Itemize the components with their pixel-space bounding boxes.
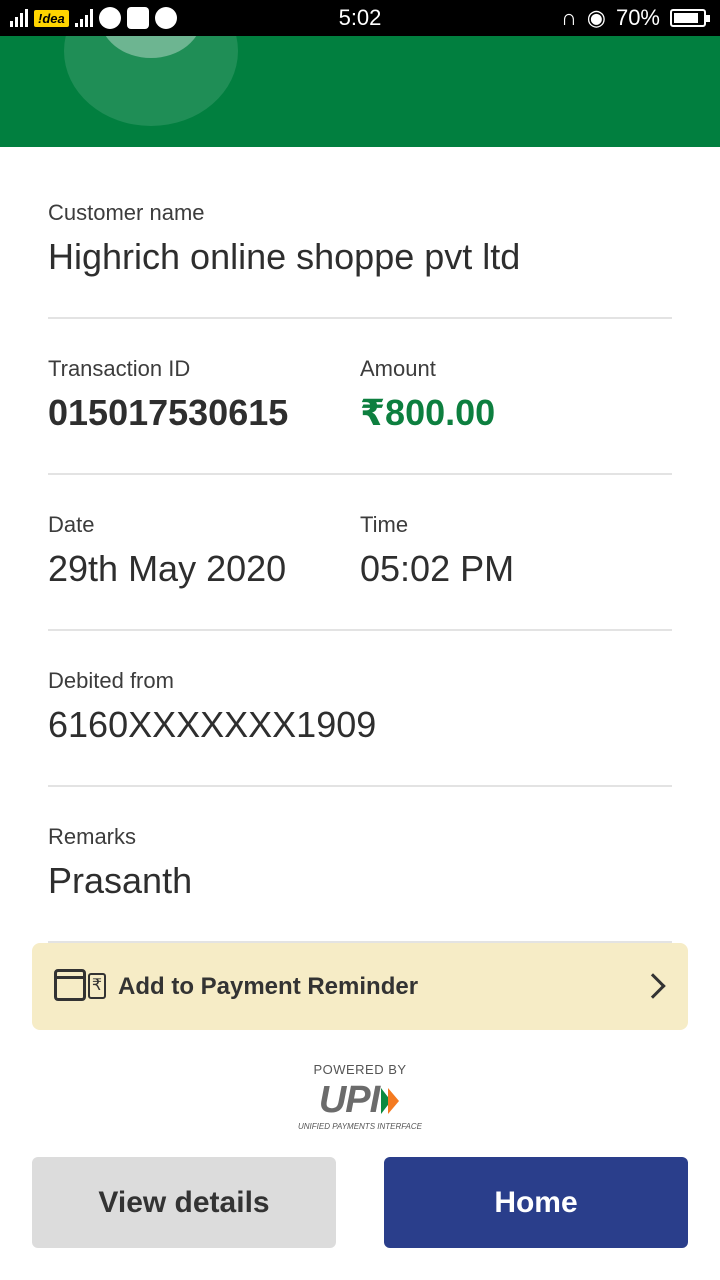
date-value: 29th May 2020 bbox=[48, 548, 287, 589]
customer-name-label: Customer name bbox=[48, 200, 205, 225]
time-label: Time bbox=[360, 512, 409, 537]
customer-name-section: Customer name Highrich online shoppe pvt… bbox=[48, 200, 672, 319]
date-block: Date 29th May 2020 bbox=[48, 512, 286, 590]
debited-from-section: Debited from 6160XXXXXXX1909 bbox=[48, 668, 672, 787]
view-details-button[interactable]: View details bbox=[32, 1157, 336, 1248]
calendar-icon bbox=[54, 969, 86, 1001]
upi-tagline: UNIFIED PAYMENTS INTERFACE bbox=[297, 1122, 422, 1131]
upi-logo-mark: UPI bbox=[290, 1079, 430, 1122]
transaction-section: Transaction ID 015017530615 Amount ₹800.… bbox=[48, 356, 672, 475]
transaction-id-label: Transaction ID bbox=[48, 356, 191, 381]
status-bar: !dea 5:02 ∩ ◉ 70% bbox=[0, 0, 720, 36]
add-payment-reminder-button[interactable]: ₹ Add to Payment Reminder bbox=[32, 943, 688, 1030]
remarks-label: Remarks bbox=[48, 824, 137, 849]
remarks-value: Prasanth bbox=[48, 860, 193, 901]
remarks-section: Remarks Prasanth bbox=[48, 824, 672, 943]
powered-by-text: POWERED BY bbox=[313, 1062, 407, 1077]
transaction-id-value: 015017530615 bbox=[48, 392, 289, 433]
success-header bbox=[0, 36, 720, 147]
upi-arrow-icon bbox=[381, 1087, 400, 1114]
eye-icon: ◉ bbox=[586, 5, 606, 30]
headphones-icon: ∩ bbox=[560, 5, 577, 30]
date-label: Date bbox=[48, 512, 95, 537]
amount-label: Amount bbox=[360, 356, 436, 381]
status-right: ∩ ◉ 70% bbox=[560, 5, 710, 31]
chevron-right-icon bbox=[640, 973, 666, 999]
battery-percent: 70% bbox=[615, 5, 660, 30]
upi-logo: POWERED BY UPI UNIFIED PAYMENTS INTERFAC… bbox=[290, 1062, 430, 1131]
time-value: 05:02 PM bbox=[360, 548, 515, 589]
debited-from-label: Debited from bbox=[48, 668, 174, 693]
debited-from-value: 6160XXXXXXX1909 bbox=[48, 704, 377, 745]
battery-icon bbox=[670, 9, 710, 27]
amount-value: ₹800.00 bbox=[360, 392, 496, 433]
customer-name-value: Highrich online shoppe pvt ltd bbox=[48, 236, 521, 277]
transaction-id-block: Transaction ID 015017530615 bbox=[48, 356, 288, 434]
rupee-icon: ₹ bbox=[88, 973, 106, 999]
home-button[interactable]: Home bbox=[384, 1157, 688, 1248]
amount-block: Amount ₹800.00 bbox=[360, 356, 495, 434]
reminder-label: Add to Payment Reminder bbox=[118, 973, 419, 1000]
time-block: Time 05:02 PM bbox=[360, 512, 514, 590]
date-time-section: Date 29th May 2020 Time 05:02 PM bbox=[48, 512, 672, 631]
upi-logo-text: UPI bbox=[318, 1079, 380, 1121]
